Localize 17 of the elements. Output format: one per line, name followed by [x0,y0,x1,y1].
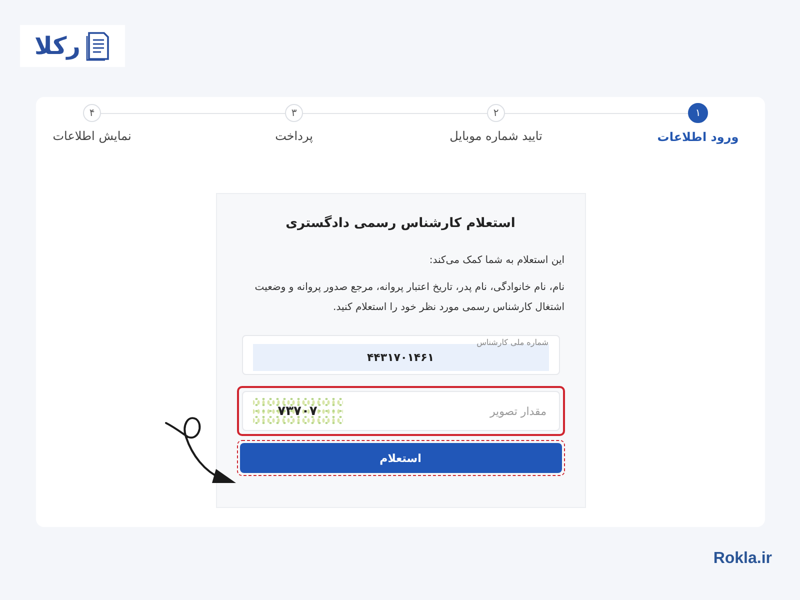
step-label[interactable]: ورود اطلاعات [657,130,739,144]
step-label[interactable]: پرداخت [275,129,313,143]
step-number: ۲ [487,104,505,122]
site-name: Rokla.ir [713,550,772,567]
step-number: ۱ [688,103,708,123]
logo-text: رکلا [34,32,80,60]
step-label[interactable]: تایید شماره موبایل [450,129,542,143]
step-label[interactable]: نمایش اطلاعات [52,129,132,143]
captcha-input[interactable]: مقدار تصویر [384,404,548,418]
step-number: ۳ [285,104,303,122]
intro-text: این استعلام به شما کمک می‌کند: [428,255,564,266]
document-icon [84,30,110,62]
form-title: استعلام کارشناس رسمی دادگستری [284,216,516,231]
submit-button[interactable]: استعلام [240,443,562,473]
description-text: نام، نام خانوادگی، نام پدر، تاریخ اعتبار پروانه، مرجع صدور پروانه و وضعیت اشتغال کارشناس رسمی مورد نظر خود را استعلام کنید. [254,280,564,315]
captcha-image: ۷۳۷۰۷ [252,396,342,426]
step-number: ۴ [83,104,101,122]
